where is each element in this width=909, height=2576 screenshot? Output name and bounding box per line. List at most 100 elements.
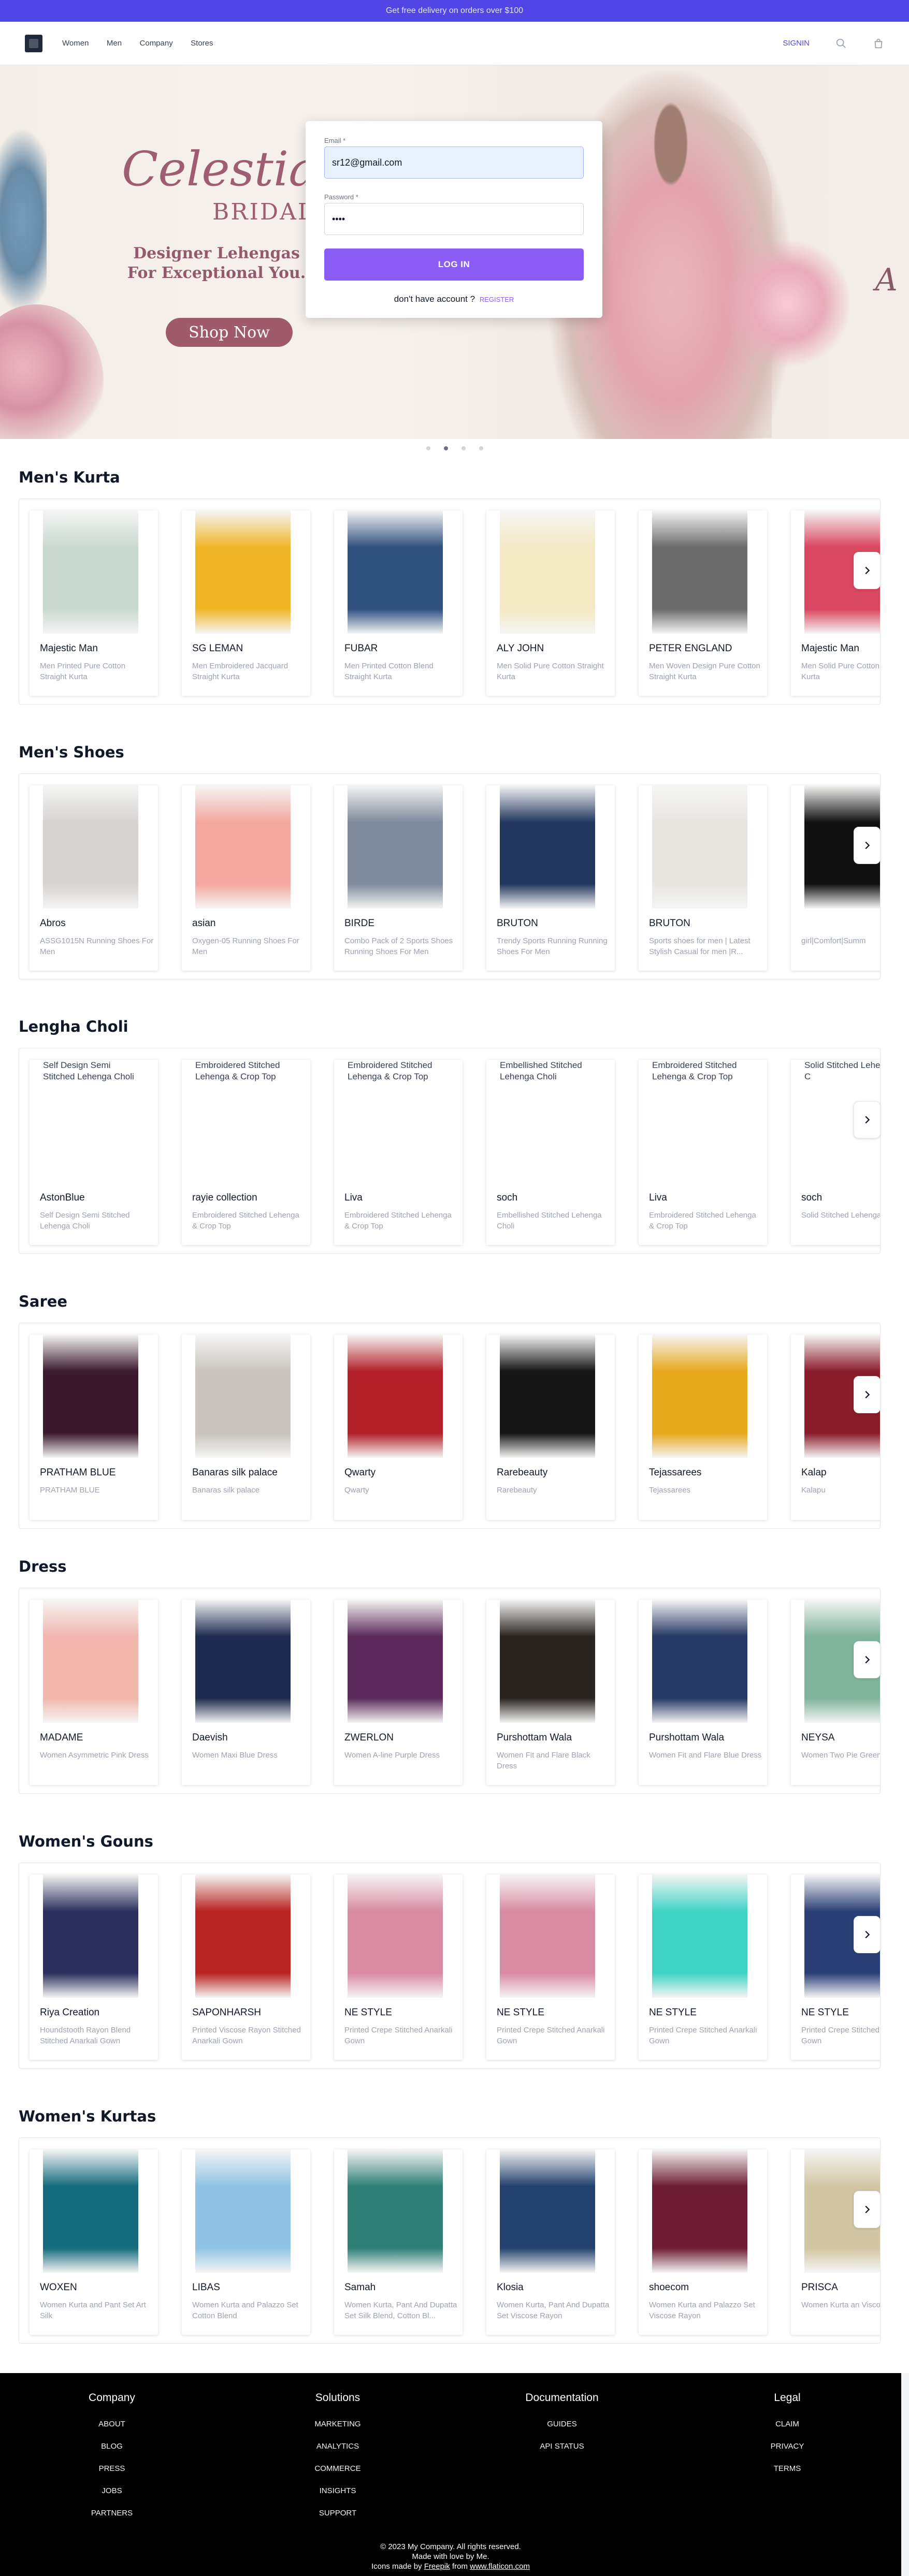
product-image[interactable] [500,785,595,909]
product-card[interactable]: NE STYLE Printed Crepe Stitched Anarkali … [639,1875,767,2060]
product-image[interactable] [652,1335,747,1458]
product-carousel[interactable]: MADAME Women Asymmetric Pink Dress Daevish… [19,1588,881,1794]
product-card[interactable]: Rarebeauty Rarebeauty [486,1335,615,1520]
product-card[interactable]: PRISCA Women Kurta an Viscose Rayon [791,2149,880,2335]
product-card[interactable]: Majestic Man Men Printed Pure Cotton Stra… [30,510,158,696]
signin-link[interactable]: SIGNIN [783,39,810,48]
register-link[interactable]: REGISTER [480,296,514,303]
footer-link[interactable]: PRESS [45,2464,179,2473]
footer-link[interactable]: BLOG [45,2442,179,2451]
footer-link[interactable]: GUIDES [495,2420,629,2428]
product-image[interactable] [500,1600,595,1723]
footer-link[interactable]: JOBS [45,2486,179,2495]
product-card[interactable]: Daevish Women Maxi Blue Dress [182,1600,310,1785]
product-image[interactable] [195,1875,291,1998]
login-button[interactable]: LOG IN [324,248,584,281]
nav-men[interactable]: Men [107,39,122,48]
product-image[interactable] [500,2149,595,2273]
product-image[interactable] [195,785,291,909]
footer-link[interactable]: ANALYTICS [270,2442,405,2451]
nav-women[interactable]: Women [62,39,89,48]
carousel-next-button[interactable] [854,1101,881,1138]
product-card[interactable]: SAPONHARSH Printed Viscose Rayon Stitched… [182,1875,310,2060]
footer-link[interactable]: API STATUS [495,2442,629,2451]
carousel-next-button[interactable] [854,552,881,589]
product-card[interactable]: FUBAR Men Printed Cotton Blend Straight K… [334,510,463,696]
product-card[interactable]: NE STYLE Printed Crepe Stitched Anarkali … [334,1875,463,2060]
product-image[interactable] [500,1875,595,1998]
carousel-dot[interactable] [426,446,430,450]
product-card[interactable]: Embellished Stitched Lehenga Choli soch Em… [486,1060,615,1245]
product-card[interactable]: NE STYLE Printed Crepe Stitched Anarkali … [486,1875,615,2060]
product-image[interactable] [348,1875,443,1998]
footer-link[interactable]: MARKETING [270,2420,405,2428]
product-image[interactable] [652,1875,747,1998]
product-image[interactable] [500,510,595,634]
product-card[interactable]: BRUTON Sports shoes for men | Latest Styl… [639,785,767,971]
product-card[interactable]: Tejassarees Tejassarees [639,1335,767,1520]
product-card[interactable]: PETER ENGLAND Men Woven Design Pure Cotto… [639,510,767,696]
carousel-dot[interactable] [479,446,483,450]
product-card[interactable]: Embroidered Stitched Lehenga & Crop Top L… [639,1060,767,1245]
product-card[interactable]: Samah Women Kurta, Pant And Dupatta Set S… [334,2149,463,2335]
product-image[interactable] [43,2149,138,2273]
product-card[interactable]: SG LEMAN Men Embroidered Jacquard Straigh… [182,510,310,696]
product-card[interactable]: Qwarty Qwarty [334,1335,463,1520]
carousel-next-button[interactable] [854,1641,881,1678]
flaticon-link[interactable]: www.flaticon.com [470,2562,530,2571]
freepik-link[interactable]: Freepik [424,2562,450,2571]
carousel-dot[interactable] [461,446,466,450]
carousel-next-button[interactable] [854,2191,881,2228]
carousel-dot-active[interactable] [443,446,448,450]
product-image[interactable] [43,1600,138,1723]
product-image[interactable] [43,785,138,909]
product-image[interactable] [652,785,747,909]
product-card[interactable]: MADAME Women Asymmetric Pink Dress [30,1600,158,1785]
product-image[interactable] [195,2149,291,2273]
product-image[interactable] [43,1335,138,1458]
footer-link[interactable]: PRIVACY [720,2442,855,2451]
product-card[interactable]: BIRDE Combo Pack of 2 Sports Shoes Runnin… [334,785,463,971]
product-carousel[interactable]: PRATHAM BLUE PRATHAM BLUE Banaras silk pal… [19,1323,881,1529]
product-card[interactable]: Abros ASSG1015N Running Shoes For Men [30,785,158,971]
product-card[interactable]: NE STYLE Printed Crepe Stitched Anarkali … [791,1875,880,2060]
product-carousel[interactable]: Majestic Man Men Printed Pure Cotton Stra… [19,499,881,705]
product-card[interactable]: Self Design Semi Stitched Lehenga Choli A… [30,1060,158,1245]
product-image[interactable] [348,785,443,909]
product-card[interactable]: LIBAS Women Kurta and Palazzo Set Cotton … [182,2149,310,2335]
product-card[interactable]: asian Oxygen-05 Running Shoes For Men [182,785,310,971]
product-image[interactable] [348,1335,443,1458]
product-card[interactable]: Purshottam Wala Women Fit and Flare Black… [486,1600,615,1785]
footer-link[interactable]: COMMERCE [270,2464,405,2473]
product-image[interactable] [43,510,138,634]
product-card[interactable]: Solid Stitched Lehenga C soch Solid Stitch… [791,1060,880,1245]
product-card[interactable]: PRATHAM BLUE PRATHAM BLUE [30,1335,158,1520]
carousel-next-button[interactable] [854,827,881,864]
product-card[interactable]: Banaras silk palace Banaras silk palace [182,1335,310,1520]
logo[interactable] [25,34,42,52]
product-image[interactable] [195,1600,291,1723]
product-card[interactable]: Kalap Kalapu [791,1335,880,1520]
product-image[interactable] [652,510,747,634]
product-image[interactable] [195,510,291,634]
product-card[interactable]: WOXEN Women Kurta and Pant Set Art Silk [30,2149,158,2335]
product-image[interactable] [348,2149,443,2273]
product-card[interactable]: Majestic Man Men Solid Pure Cotton Straig… [791,510,880,696]
footer-link[interactable]: ABOUT [45,2420,179,2428]
product-card[interactable]: Purshottam Wala Women Fit and Flare Blue … [639,1600,767,1785]
product-card[interactable]: girl|Comfort|Summ [791,785,880,971]
product-card[interactable]: Embroidered Stitched Lehenga & Crop Top L… [334,1060,463,1245]
footer-link[interactable]: PARTNERS [45,2509,179,2518]
product-image[interactable] [500,1335,595,1458]
nav-company[interactable]: Company [140,39,173,48]
search-icon[interactable] [835,38,847,49]
product-card[interactable]: shoecom Women Kurta and Palazzo Set Visco… [639,2149,767,2335]
product-card[interactable]: BRUTON Trendy Sports Running Running Shoe… [486,785,615,971]
shopping-bag-icon[interactable] [873,38,884,49]
footer-link[interactable]: TERMS [720,2464,855,2473]
product-card[interactable]: Klosia Women Kurta, Pant And Dupatta Set … [486,2149,615,2335]
product-carousel[interactable]: Abros ASSG1015N Running Shoes For Men asia… [19,773,881,979]
product-image[interactable] [195,1335,291,1458]
nav-stores[interactable]: Stores [191,39,213,48]
carousel-next-button[interactable] [854,1376,881,1413]
